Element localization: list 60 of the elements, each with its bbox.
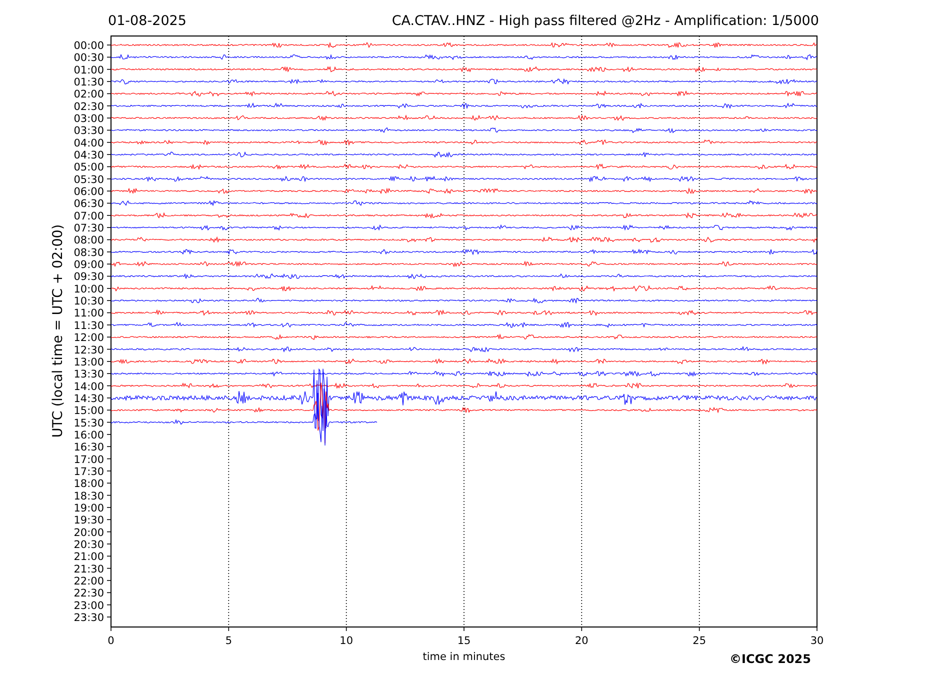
tick-label: 04:00 bbox=[74, 137, 104, 150]
tick-label: 02:30 bbox=[74, 100, 104, 113]
tick-label: 09:30 bbox=[74, 271, 104, 284]
tick-label: 10:00 bbox=[74, 283, 104, 296]
tick-label: 08:00 bbox=[74, 234, 104, 247]
tick-label: 05:00 bbox=[74, 162, 104, 174]
tick-label: 00:00 bbox=[74, 40, 104, 52]
tick-label: 02:00 bbox=[74, 88, 104, 101]
axis-label: time in minutes bbox=[422, 651, 506, 663]
tick-label: 10:30 bbox=[74, 296, 104, 308]
tick-label: 10 bbox=[340, 635, 354, 647]
tick-label: 21:30 bbox=[74, 563, 104, 576]
tick-label: 22:00 bbox=[74, 576, 104, 588]
tick-label: 06:00 bbox=[74, 186, 104, 198]
tick-label: 12:00 bbox=[74, 332, 104, 344]
tick-label: 20:00 bbox=[74, 526, 104, 539]
tick-label: 06:30 bbox=[74, 198, 104, 210]
tick-label: 14:00 bbox=[74, 380, 104, 393]
tick-label: 25 bbox=[692, 635, 706, 647]
tick-label: 03:30 bbox=[74, 125, 104, 138]
tick-label: 07:00 bbox=[74, 210, 104, 222]
tick-label: 15:00 bbox=[74, 405, 104, 418]
tick-label: 07:30 bbox=[74, 222, 104, 235]
tick-label: 5 bbox=[225, 635, 232, 647]
tick-label: 01:30 bbox=[74, 76, 104, 88]
tick-label: 05:30 bbox=[74, 174, 104, 186]
tick-label: 15:30 bbox=[74, 417, 104, 430]
tick-label: 09:00 bbox=[74, 259, 104, 272]
tick-label: 23:00 bbox=[74, 600, 104, 612]
tick-label: 19:30 bbox=[74, 514, 104, 527]
tick-label: 17:30 bbox=[74, 466, 104, 478]
tick-label: 15 bbox=[457, 635, 471, 647]
tick-label: 21:00 bbox=[74, 551, 104, 564]
tick-label: 16:00 bbox=[74, 429, 104, 442]
tick-label: 13:30 bbox=[74, 368, 104, 381]
chart-title: CA.CTAV..HNZ - High pass filtered @2Hz - Amplification: 1/5000 bbox=[392, 13, 819, 29]
tick-label: 11:00 bbox=[74, 308, 104, 320]
tick-label: 18:00 bbox=[74, 478, 104, 490]
tick-label: 20:30 bbox=[74, 538, 104, 551]
tick-label: 22:30 bbox=[74, 588, 104, 600]
tick-label: 30 bbox=[810, 635, 824, 647]
tick-label: 00:30 bbox=[74, 52, 104, 64]
tick-label: 20 bbox=[574, 635, 588, 647]
tick-label: 13:00 bbox=[74, 356, 104, 368]
tick-label: 17:00 bbox=[74, 454, 104, 466]
tick-label: 08:30 bbox=[74, 246, 104, 259]
tick-label: 23:30 bbox=[74, 612, 104, 624]
axis-label: UTC (local time = UTC + 02:00) bbox=[50, 224, 66, 438]
tick-label: 16:30 bbox=[74, 442, 104, 454]
tick-label: 0 bbox=[108, 635, 114, 647]
tick-label: 11:30 bbox=[74, 320, 104, 332]
tick-label: 03:00 bbox=[74, 113, 104, 126]
tick-label: 01:00 bbox=[74, 64, 104, 76]
tick-label: 18:30 bbox=[74, 490, 104, 502]
copyright-text: ©ICGC 2025 bbox=[729, 652, 811, 666]
date-label: 01-08-2025 bbox=[108, 13, 186, 29]
tick-label: 04:30 bbox=[74, 150, 104, 162]
tick-label: 14:30 bbox=[74, 392, 104, 405]
tick-label: 12:30 bbox=[74, 344, 104, 356]
tick-label: 19:00 bbox=[74, 502, 104, 514]
